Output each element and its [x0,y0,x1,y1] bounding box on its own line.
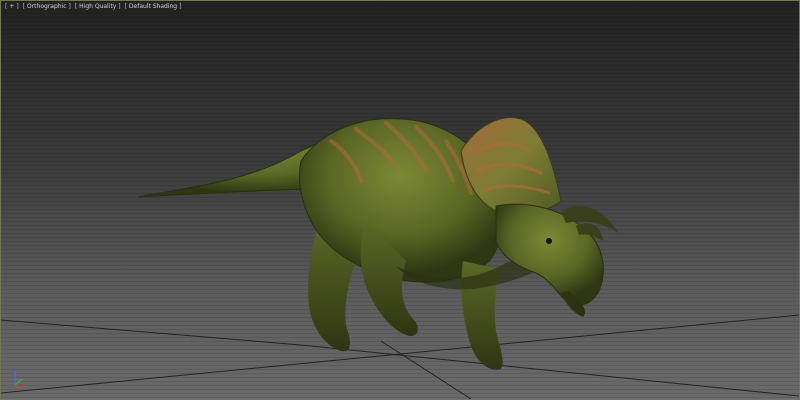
viewport-label-bar[interactable]: [+] [Orthographic] [High Quality] [Defau… [5,3,183,11]
quality-menu[interactable]: High Quality [79,3,116,11]
shading-bracket: [ [124,3,127,10]
projection-bracket: [ [22,3,25,10]
3d-viewport[interactable]: [+] [Orthographic] [High Quality] [Defau… [0,0,800,400]
quality-bracket-close: ] [118,3,121,10]
quality-bracket: [ [74,3,78,10]
view-menu-bracket-close: ] [16,3,19,10]
projection-menu[interactable]: Orthographic [27,3,67,11]
viewport-scene[interactable] [1,1,799,399]
axis-tripod-icon [14,371,26,386]
shading-menu[interactable]: Default Shading [129,3,177,11]
dinosaur-model[interactable] [137,117,619,370]
view-menu-bracket: [ [5,3,8,10]
view-menu-button[interactable]: + [9,3,14,11]
shading-bracket-close: ] [179,3,182,10]
projection-bracket-close: ] [68,3,71,10]
